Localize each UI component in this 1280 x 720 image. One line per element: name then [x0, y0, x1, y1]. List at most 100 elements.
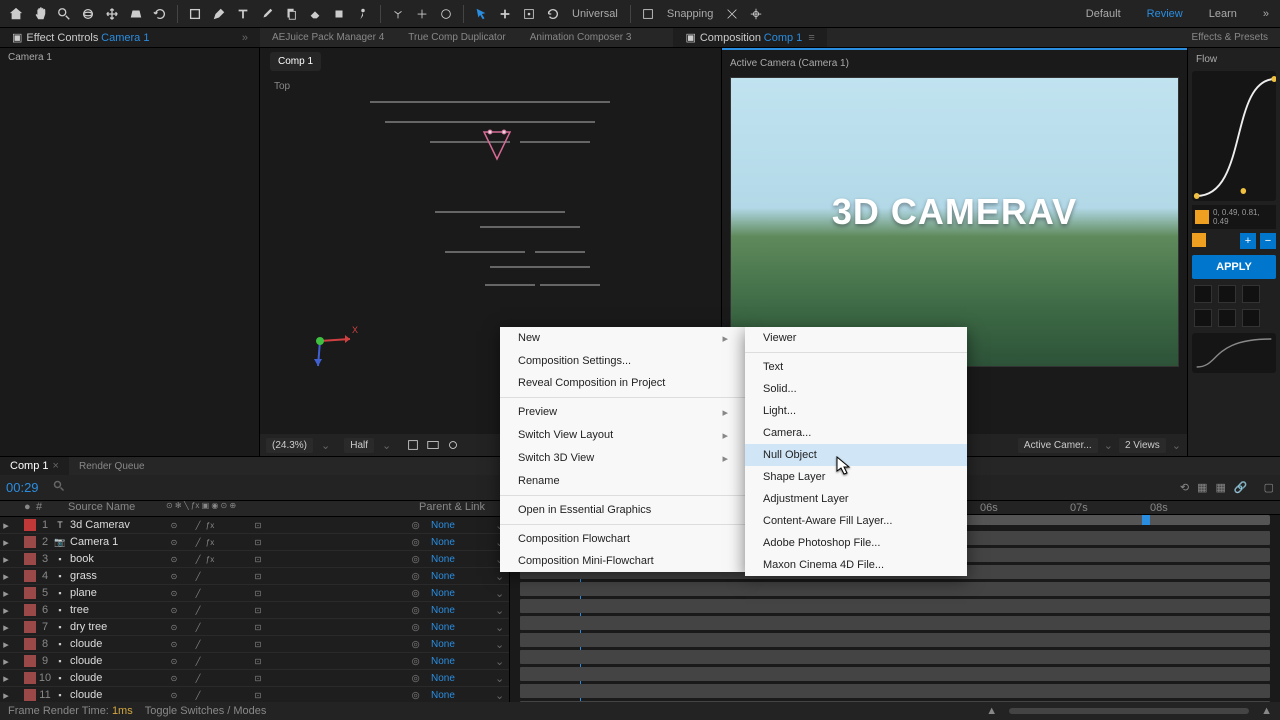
layer-color[interactable] [24, 672, 36, 684]
arrow-icon[interactable]: ▸ [0, 536, 12, 549]
tl-opt-2[interactable]: ▦ [1197, 481, 1207, 494]
search-icon[interactable] [53, 480, 65, 495]
learn-workspace[interactable]: Learn [1204, 8, 1242, 20]
switch-fx[interactable]: ╱ [192, 519, 204, 531]
arrow-icon[interactable]: ▸ [0, 638, 12, 651]
effect-controls-tab[interactable]: ▣ Effect Controls Camera 1 » [0, 28, 260, 47]
switch-3d[interactable]: ⊡ [252, 604, 264, 616]
preset-1[interactable] [1194, 285, 1212, 303]
layer-color[interactable] [24, 536, 36, 548]
overflow-icon[interactable]: » [1258, 8, 1274, 20]
snapping-label[interactable]: Snapping [662, 8, 719, 20]
chevron-down-icon[interactable]: ⌄ [495, 587, 509, 600]
parent-pickwhip-icon[interactable]: ⊚ [411, 536, 425, 549]
switch-r[interactable]: ⊙ [168, 621, 180, 633]
chevron-down-icon[interactable]: ⌄ [382, 439, 391, 452]
vc-icon-1[interactable] [405, 437, 421, 453]
parent-dropdown[interactable]: None [425, 673, 495, 684]
switch-r[interactable]: ⊙ [168, 672, 180, 684]
menu-preview[interactable]: Preview▸ [500, 401, 746, 424]
menu-reveal[interactable]: Reveal Composition in Project [500, 372, 746, 394]
default-workspace[interactable]: Default [1081, 8, 1126, 20]
chevron-down-icon[interactable]: ⌄ [495, 604, 509, 617]
plus-button[interactable]: + [1240, 233, 1256, 249]
switch-3d[interactable]: ⊡ [252, 536, 264, 548]
parent-dropdown[interactable]: None [425, 520, 495, 531]
clone-icon[interactable] [281, 4, 301, 24]
preset-5[interactable] [1218, 309, 1236, 327]
parent-pickwhip-icon[interactable]: ⊚ [411, 587, 425, 600]
chevron-down-icon[interactable]: ⌄ [495, 621, 509, 634]
parent-pickwhip-icon[interactable]: ⊚ [411, 689, 425, 702]
submenu-camera[interactable]: Camera... [745, 422, 967, 444]
menu-rename[interactable]: Rename [500, 470, 746, 492]
chevron-down-icon[interactable]: ⌄ [495, 638, 509, 651]
arrow-icon[interactable]: ▸ [0, 553, 12, 566]
effects-presets-tab[interactable]: Effects & Presets [1179, 28, 1280, 47]
puppet-icon[interactable] [353, 4, 373, 24]
parent-dropdown[interactable]: None [425, 690, 495, 701]
tl-opt-5[interactable]: ▢ [1264, 481, 1274, 494]
submenu-viewer[interactable]: Viewer [745, 327, 967, 349]
switch-r[interactable]: ⊙ [168, 536, 180, 548]
arrow-icon[interactable]: ▸ [0, 689, 12, 702]
layer-duration-bar[interactable] [520, 667, 1270, 681]
refresh-icon[interactable] [543, 4, 563, 24]
arrow-icon[interactable]: ▸ [0, 570, 12, 583]
layer-color[interactable] [24, 604, 36, 616]
parent-dropdown[interactable]: None [425, 571, 495, 582]
parent-pickwhip-icon[interactable]: ⊚ [411, 553, 425, 566]
switch-r[interactable]: ⊙ [168, 689, 180, 701]
switch-fx[interactable]: ╱ [192, 536, 204, 548]
parent-pickwhip-icon[interactable]: ⊚ [411, 672, 425, 685]
layer-duration-bar[interactable] [520, 684, 1270, 698]
timeline-zoom-slider[interactable] [1009, 708, 1249, 714]
switch-3d[interactable]: ⊡ [252, 621, 264, 633]
arrow-icon[interactable]: ▸ [0, 672, 12, 685]
layer-row[interactable]: ▸ 3 ▪ book ⊙ ╱ ƒх ⊡ ⊚ None ⌄ [0, 551, 509, 568]
easing-curve[interactable] [1192, 71, 1276, 201]
view-axis-icon[interactable] [436, 4, 456, 24]
arrow-icon[interactable]: ▸ [0, 587, 12, 600]
menu-flowchart[interactable]: Composition Flowchart [500, 528, 746, 550]
tl-opt-3[interactable]: ▦ [1215, 481, 1225, 494]
submenu-photoshop[interactable]: Adobe Photoshop File... [745, 532, 967, 554]
layer-name[interactable]: cloude [68, 672, 168, 684]
switch-r[interactable]: ⊙ [168, 570, 180, 582]
switch-3d[interactable]: ⊡ [252, 587, 264, 599]
menu-comp-settings[interactable]: Composition Settings... [500, 350, 746, 372]
chevron-down-icon[interactable]: ⌄ [1172, 439, 1181, 452]
chevron-down-icon[interactable]: ⌄ [495, 655, 509, 668]
layer-color[interactable] [24, 553, 36, 565]
vc-icon-3[interactable] [445, 437, 461, 453]
layer-color[interactable] [24, 570, 36, 582]
layer-duration-bar[interactable] [520, 633, 1270, 647]
layer-name[interactable]: cloude [68, 655, 168, 667]
orbit-icon[interactable] [78, 4, 98, 24]
arrow-icon[interactable]: ▸ [0, 621, 12, 634]
aejuice-tab[interactable]: AEJuice Pack Manager 4 [260, 28, 396, 47]
preset-2[interactable] [1218, 285, 1236, 303]
chevron-down-icon[interactable]: ⌄ [1104, 439, 1113, 452]
switch-fx[interactable]: ╱ [192, 638, 204, 650]
layer-row[interactable]: ▸ 8 ▪ cloude ⊙ ╱ ⊡ ⊚ None ⌄ [0, 636, 509, 653]
menu-essential-graphics[interactable]: Open in Essential Graphics [500, 499, 746, 521]
tl-opt-4[interactable]: 🔗 [1234, 481, 1248, 494]
close-icon[interactable]: × [53, 460, 59, 472]
home-icon[interactable] [6, 4, 26, 24]
layer-name[interactable]: grass [68, 570, 168, 582]
layer-duration-bar[interactable] [520, 582, 1270, 596]
submenu-adjustment[interactable]: Adjustment Layer [745, 488, 967, 510]
parent-pickwhip-icon[interactable]: ⊚ [411, 570, 425, 583]
resolution-dropdown[interactable]: Half [344, 438, 374, 453]
layer-duration-bar[interactable] [520, 616, 1270, 630]
layer-name[interactable]: tree [68, 604, 168, 616]
layer-name[interactable]: cloude [68, 638, 168, 650]
layer-color[interactable] [24, 689, 36, 701]
composition-tab[interactable]: ▣ Composition Comp 1 ≡ [673, 28, 826, 47]
switch-r[interactable]: ⊙ [168, 587, 180, 599]
tab-menu[interactable]: ≡ [808, 32, 814, 44]
rotate-icon[interactable] [150, 4, 170, 24]
world-axis-icon[interactable] [412, 4, 432, 24]
parent-pickwhip-icon[interactable]: ⊚ [411, 604, 425, 617]
